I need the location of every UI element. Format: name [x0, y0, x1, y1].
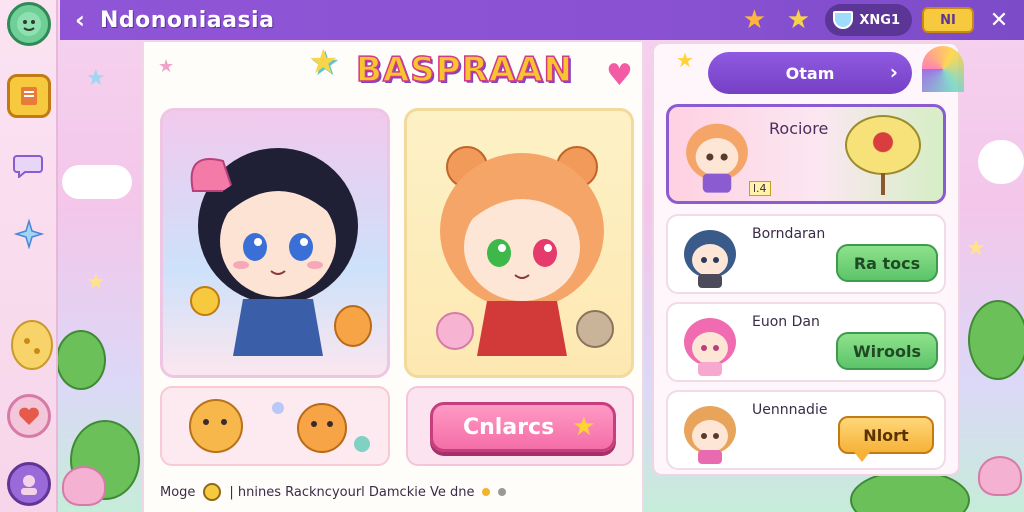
character-portrait-orange-hair [436, 146, 614, 356]
cloud-right [978, 140, 1024, 184]
tree-right-bottom [850, 470, 970, 512]
star-icon[interactable]: ★ [781, 4, 815, 36]
character-portrait-dark-hair [190, 148, 372, 356]
featured-avatar [686, 123, 748, 193]
status-line: Moge | hnines Rackncyourl Damckie Ve dne [160, 480, 640, 504]
cup-icon [833, 11, 854, 29]
app-title: Ndononiaasia [100, 7, 275, 33]
chevron-right-icon: › [889, 60, 898, 84]
status-text: | hnines Rackncyourl Damckie Ve dne [229, 484, 475, 500]
pet-companions-illustration [189, 399, 370, 453]
avatar-icon[interactable] [7, 462, 51, 506]
row-avatar-blonde-hair [684, 406, 736, 464]
row-avatar-pink-hair [684, 318, 736, 376]
top-pill-button[interactable]: Otam › [708, 52, 912, 94]
row-name: Euon Dan [752, 314, 820, 330]
status-prefix: Moge [160, 484, 196, 500]
row-name: Uennnadie [752, 402, 828, 418]
tree-right [968, 300, 1024, 380]
primary-action-label: Cnlarcs [463, 414, 555, 440]
featured-character-card[interactable]: Rociore l.4 [666, 104, 946, 204]
row-avatar-blue-hair [684, 230, 736, 288]
star-decor: ★ [966, 236, 986, 261]
yellow-pill-button[interactable]: NI [922, 7, 974, 33]
action-card: Cnlarcs ★ [406, 386, 634, 466]
currency-pill[interactable]: XNG1 [825, 4, 912, 36]
star-icon: ★ [572, 412, 596, 442]
currency-label: XNG1 [859, 12, 900, 28]
heart-icon: ♥ [606, 58, 633, 93]
right-panel: ★ Otam › Rociore l.4 Borndaran Ra tocs E… [652, 42, 964, 476]
coin-icon [203, 483, 222, 501]
game-logo: BASPRAAN [355, 49, 573, 91]
top-pill-label: Otam [785, 63, 835, 83]
close-icon[interactable]: ✕ [984, 5, 1014, 35]
star-icon[interactable]: ★ [737, 4, 771, 36]
top-bar: ‹ Ndononiaasia ★ ★ XNG1 NI ✕ [60, 0, 1024, 40]
sparkle-icon[interactable] [7, 212, 51, 256]
pets-card[interactable] [160, 386, 390, 466]
face-icon[interactable] [7, 2, 51, 46]
dot-indicator [498, 488, 507, 496]
cookie-icon[interactable] [8, 318, 56, 372]
logo-star-icon: ★ [308, 42, 339, 82]
featured-title: Rociore [769, 119, 829, 138]
row-name: Borndaran [752, 226, 826, 242]
top-icon-group: ★ ★ XNG1 NI ✕ [737, 4, 1014, 36]
back-arrow-icon[interactable]: ‹ [60, 0, 100, 40]
rainbow-decor [922, 46, 964, 92]
star-decor: ★ [86, 66, 106, 91]
star-decor: ★ [86, 270, 106, 295]
featured-badge: l.4 [749, 181, 771, 196]
notebook-icon[interactable] [7, 74, 51, 118]
row-action-button[interactable]: Wirools [836, 332, 938, 370]
row-action-button[interactable]: Ra tocs [836, 244, 938, 282]
list-item[interactable]: Borndaran Ra tocs [666, 214, 946, 294]
candy-icon [845, 115, 921, 175]
candy-stick [881, 173, 885, 195]
character-card-left[interactable] [160, 108, 390, 378]
pink-cat-decor [978, 456, 1022, 496]
row-action-button[interactable]: Nlort [838, 416, 934, 462]
list-item[interactable]: Uennnadie Nlort [666, 390, 946, 470]
main-panel: ★ ★ BASPRAAN ♥ Cnlarcs ★ Moge | hnines R… [142, 42, 644, 512]
star-decor: ★ [158, 56, 175, 77]
character-card-right[interactable] [404, 108, 634, 378]
left-rail [0, 0, 58, 512]
star-decor: ★ [676, 48, 694, 72]
primary-action-button[interactable]: Cnlarcs ★ [430, 402, 616, 452]
dot-indicator [482, 488, 491, 496]
cloud-left [62, 165, 132, 199]
list-item[interactable]: Euon Dan Wirools [666, 302, 946, 382]
ribbon-heart-icon[interactable] [7, 394, 51, 438]
chat-bubble-icon[interactable] [7, 142, 51, 186]
tree-left [56, 330, 106, 390]
pink-cat-decor [62, 466, 106, 506]
